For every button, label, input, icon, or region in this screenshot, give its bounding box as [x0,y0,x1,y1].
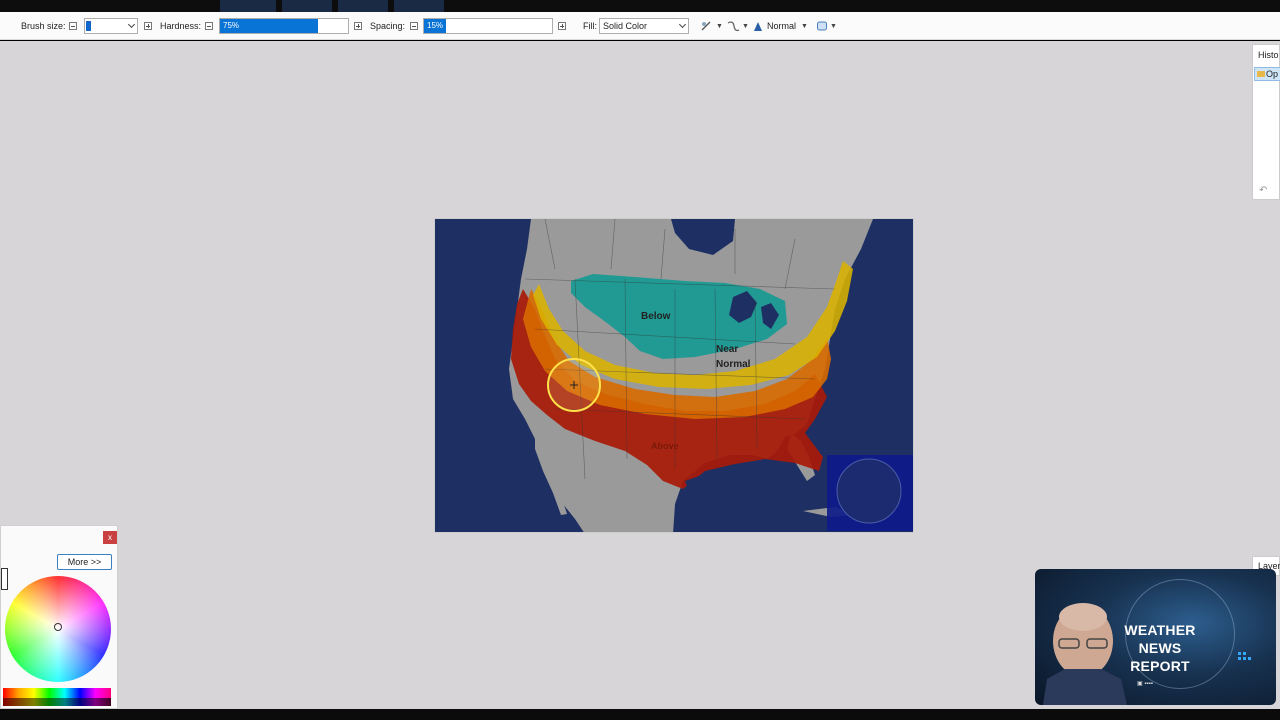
show-title-line2: REPORT [1130,658,1190,674]
history-panel-title: Histo [1258,50,1279,60]
window-bottom-strip [0,709,1280,720]
image-tab[interactable] [282,0,332,12]
fill-label: Fill: [583,21,597,31]
brush-size-group: Brush size: [21,18,66,34]
antialias-icon[interactable]: ▼ [700,18,723,34]
brush-size-selection [86,21,91,31]
temperature-outlook-map: Below Near Normal Above [435,219,913,532]
history-item-label: Op [1266,69,1279,79]
hardness-slider[interactable]: 75% [219,18,349,34]
dots-icon [1238,652,1254,660]
history-panel: Histo Op ↶ [1252,44,1280,200]
undo-icon[interactable]: ↶ [1259,185,1267,196]
map-label-above: Above [651,441,679,451]
blend-mode-select[interactable]: Normal ▼ [752,18,808,34]
blend-mode-icon [754,22,762,31]
brush-size-minus-icon[interactable] [69,18,77,34]
colors-panel: x More >> [0,525,118,709]
image-tab[interactable] [394,0,444,12]
history-item[interactable]: Op [1254,67,1280,81]
alpha-blend-icon[interactable]: ▼ [726,18,749,34]
spacing-label: Spacing: [370,21,406,31]
chevron-down-icon [678,20,687,29]
color-palette[interactable] [3,688,111,706]
fill-value: Solid Color [603,21,648,31]
brush-size-plus-icon[interactable] [144,18,152,34]
spacing-slider[interactable]: 15% [423,18,553,34]
primary-color-swatch[interactable] [1,568,8,590]
show-title-line1: WEATHER NEWS [1124,622,1196,656]
shape-icon[interactable]: ▼ [816,18,837,34]
blend-mode-value: Normal [767,21,797,31]
inset-globe [836,458,902,524]
window-top-strip [0,0,1280,12]
color-wheel-picker[interactable] [54,623,62,631]
chevron-down-icon [127,20,136,29]
camera-badge-icon: ▣ ▪▪▪▪ [1137,681,1153,687]
folder-icon [1257,71,1265,77]
map-label-near-1: Near [716,344,738,355]
hardness-minus-icon[interactable] [205,18,213,34]
image-tab[interactable] [220,0,276,12]
map-label-below: Below [641,311,671,322]
hardness-slider-fill: 75% [220,19,318,33]
spacing-plus-icon[interactable] [558,18,566,34]
more-button[interactable]: More >> [57,554,112,570]
spacing-slider-fill: 15% [424,19,446,33]
image-canvas[interactable]: Below Near Normal Above [434,218,914,533]
image-tab[interactable] [338,0,388,12]
webcam-overlay: WEATHER NEWS REPORT ▣ ▪▪▪▪ [1035,569,1276,705]
map-label-near-2: Normal [716,359,751,370]
tool-options-toolbar: Brush size: Hardness: 75% Spacing: 15% F… [0,12,1280,40]
brush-size-input[interactable] [84,18,138,34]
show-title: WEATHER NEWS REPORT [1105,621,1215,675]
hardness-plus-icon[interactable] [354,18,362,34]
close-button[interactable]: x [103,531,117,544]
hardness-label: Hardness: [160,21,202,31]
brush-size-label: Brush size: [21,21,66,31]
spacing-minus-icon[interactable] [410,18,418,34]
fill-select[interactable]: Solid Color [599,18,689,34]
brush-cursor [547,358,601,412]
